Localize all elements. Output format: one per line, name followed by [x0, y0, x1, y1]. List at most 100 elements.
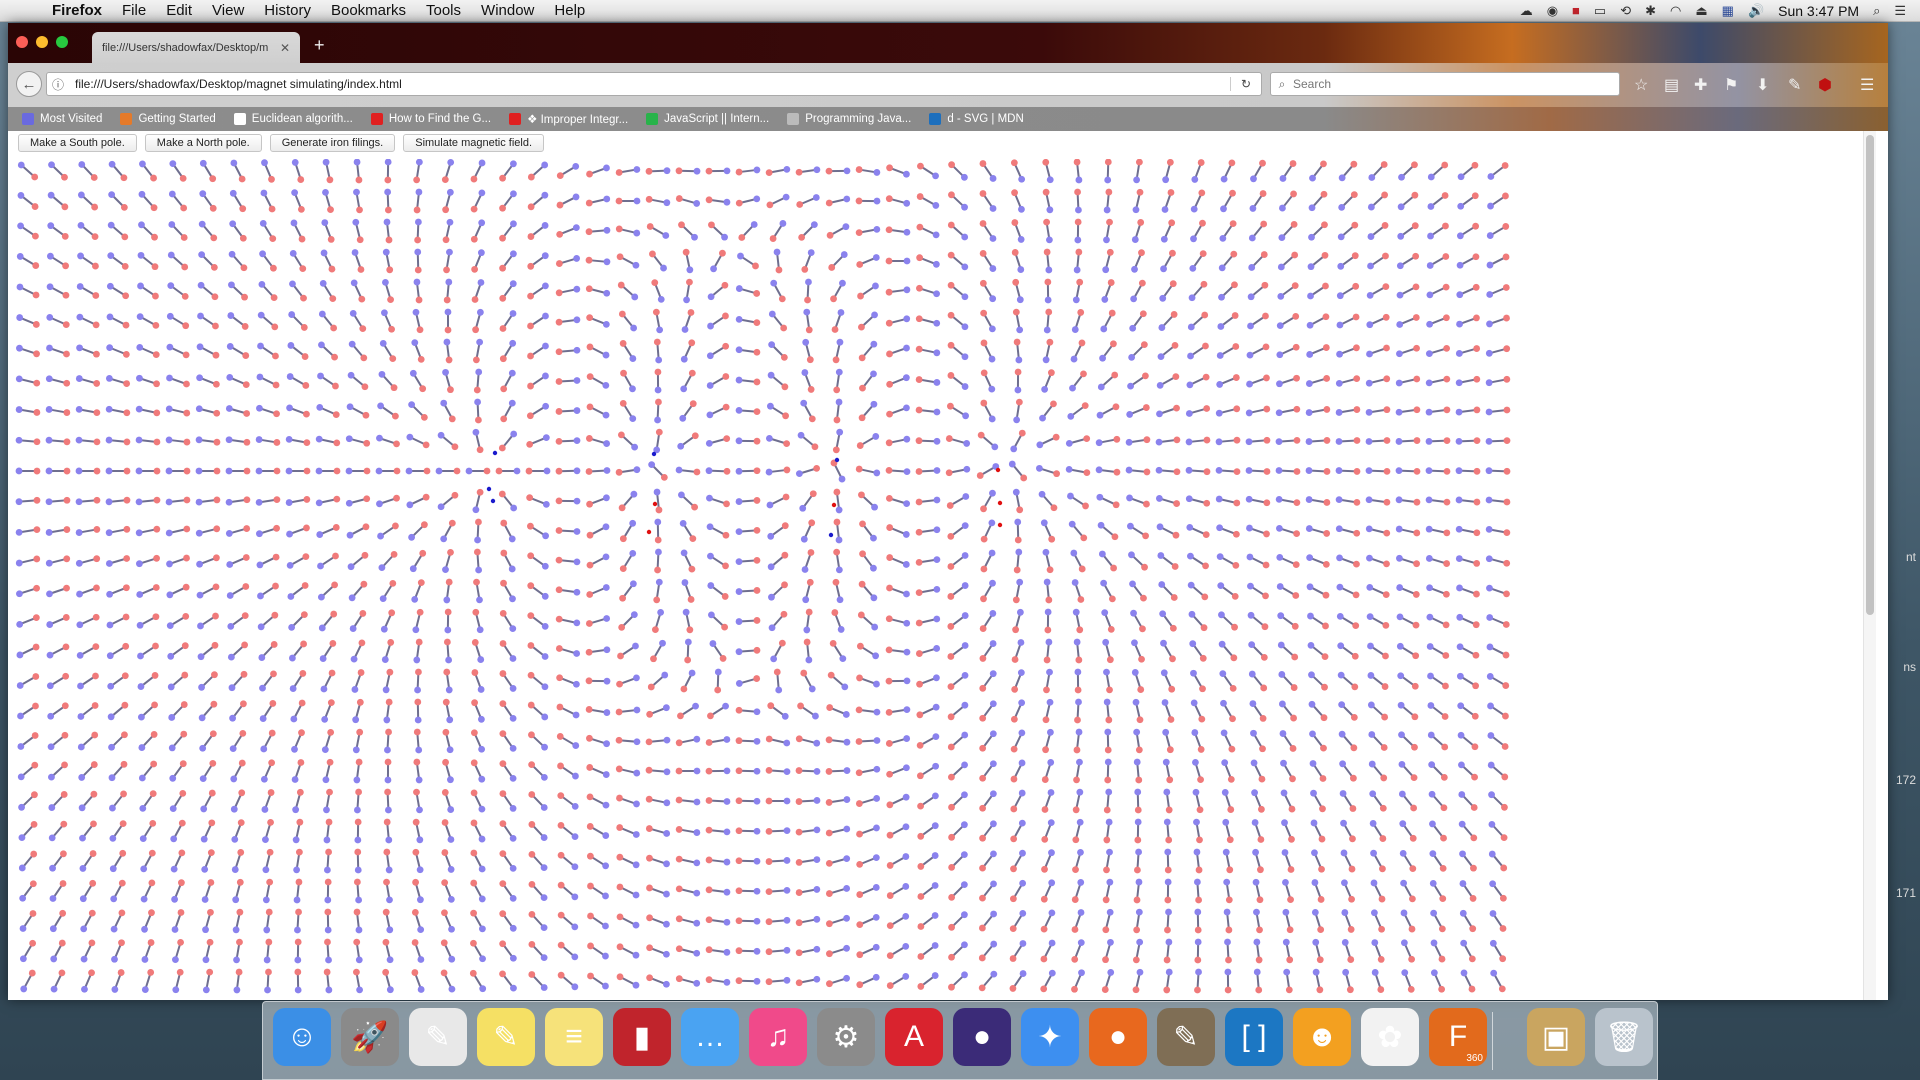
bookmark-star-icon[interactable]: ☆ — [1634, 75, 1648, 95]
needle-south-end — [1485, 408, 1493, 416]
compass-needle — [408, 401, 428, 421]
needle-south-end — [572, 742, 580, 749]
bookmark-item[interactable]: Getting Started — [120, 113, 216, 125]
menu-window[interactable]: Window — [481, 2, 534, 19]
hamburger-menu-icon[interactable]: ☰ — [1860, 75, 1874, 95]
pocket-icon[interactable]: ⚑ — [1724, 75, 1738, 95]
search-input[interactable]: ⌕ Search — [1270, 72, 1620, 96]
bookmark-item[interactable]: ❖ Improper Integr... — [509, 112, 628, 126]
needle-north-end — [915, 619, 923, 627]
close-window-icon[interactable] — [16, 36, 28, 48]
url-bar[interactable]: ⓘ file:///Users/shadowfax/Desktop/magnet… — [46, 72, 1262, 96]
clock[interactable]: Sun 3:47 PM — [1778, 3, 1859, 19]
needle-north-end — [1074, 188, 1081, 196]
needle-south-end — [16, 620, 24, 628]
tab-close-icon[interactable]: ✕ — [280, 41, 290, 55]
wrench-icon[interactable]: ✎ — [1788, 75, 1801, 95]
needle-north-end — [483, 467, 491, 475]
needle-north-end — [979, 864, 986, 872]
needle-south-end — [988, 519, 996, 527]
compass-needle — [528, 850, 548, 872]
new-tab-icon[interactable]: + — [314, 35, 325, 56]
needle-south-end — [196, 374, 204, 382]
wifi-icon[interactable]: ◠ — [1670, 3, 1681, 19]
needle-north-end — [1043, 656, 1051, 664]
needle-north-end — [1201, 311, 1209, 319]
needle-north-end — [1471, 161, 1479, 169]
needle-north-end — [500, 385, 508, 393]
camera-icon[interactable]: ◉ — [1547, 3, 1558, 19]
needle-south-end — [663, 890, 670, 898]
magnetic-field-canvas[interactable] — [8, 159, 1518, 1000]
needle-south-end — [15, 559, 23, 567]
needle-south-end — [440, 535, 448, 543]
needle-north-end — [1292, 312, 1300, 320]
compass-needle — [287, 342, 309, 360]
ublock-icon[interactable]: ⬢ — [1818, 75, 1832, 95]
menu-bookmarks[interactable]: Bookmarks — [331, 2, 406, 19]
bookmark-item[interactable]: Euclidean algorith... — [233, 113, 353, 125]
menu-view[interactable]: View — [212, 2, 244, 19]
make-north-pole-button[interactable]: Make a North pole. — [144, 134, 262, 152]
needle-south-end — [347, 563, 355, 571]
needle-north-end — [33, 526, 41, 534]
back-button[interactable]: ← — [16, 71, 42, 97]
compass-needle — [441, 849, 455, 873]
menu-history[interactable]: History — [264, 2, 311, 19]
download-icon[interactable]: ⬇ — [1756, 75, 1769, 95]
simulate-magnetic-field-button[interactable]: Simulate magnetic field. — [403, 134, 545, 152]
volume-icon[interactable]: 🔊 — [1748, 3, 1764, 19]
time-machine-icon[interactable]: ⟲ — [1620, 3, 1631, 19]
bluetooth-icon[interactable]: ✱ — [1645, 3, 1656, 19]
generate-iron-filings-button[interactable]: Generate iron filings. — [269, 134, 396, 152]
addons-icon[interactable]: ✚ — [1694, 75, 1707, 95]
zoom-window-icon[interactable] — [56, 36, 68, 48]
needle-north-end — [1230, 250, 1238, 258]
site-info-icon[interactable]: ⓘ — [47, 76, 69, 93]
make-south-pole-button[interactable]: Make a South pole. — [18, 134, 137, 152]
needle-south-end — [773, 248, 781, 256]
menu-edit[interactable]: Edit — [166, 2, 192, 19]
needle-south-end — [414, 218, 422, 226]
bookmark-item[interactable]: Most Visited — [22, 113, 102, 125]
needle-south-end — [1047, 728, 1054, 736]
cloud-icon[interactable]: ☁ — [1520, 3, 1533, 19]
needle-north-end — [979, 714, 987, 722]
eject-icon[interactable]: ⏏ — [1695, 3, 1707, 19]
needle-south-end — [723, 798, 731, 805]
needle-south-end — [289, 280, 296, 288]
reload-icon[interactable]: ↻ — [1230, 77, 1261, 91]
app-status-icon[interactable]: ■ — [1572, 3, 1580, 18]
flag-icon[interactable]: ▦ — [1722, 3, 1734, 19]
needle-north-end — [123, 555, 131, 562]
compass-needle — [1041, 849, 1055, 873]
needle-north-end — [586, 343, 594, 351]
compass-needle — [1248, 641, 1268, 661]
notification-center-icon[interactable]: ☰ — [1894, 3, 1906, 19]
tab-active[interactable]: file:///Users/shadowfax/Desktop/m ✕ — [92, 32, 300, 63]
compass-needle — [499, 160, 517, 182]
bookmark-item[interactable]: JavaScript || Intern... — [646, 113, 769, 125]
airplay-icon[interactable]: ▭ — [1594, 3, 1606, 19]
bookmark-item[interactable]: d - SVG | MDN — [929, 113, 1024, 125]
menu-file[interactable]: File — [122, 2, 146, 19]
compass-needle — [1456, 283, 1480, 299]
needle-south-end — [1096, 493, 1104, 501]
bookmark-item[interactable]: How to Find the G... — [370, 113, 491, 125]
spotlight-icon[interactable]: ⌕ — [1873, 3, 1880, 19]
bookmark-item[interactable]: Programming Java... — [787, 113, 911, 125]
reading-list-icon[interactable]: ▤ — [1664, 75, 1679, 95]
menu-tools[interactable]: Tools — [426, 2, 461, 19]
compass-needle — [1368, 161, 1388, 181]
compass-needle — [825, 796, 851, 806]
compass-needle — [262, 848, 274, 874]
needle-north-end — [555, 348, 563, 356]
menu-help[interactable]: Help — [554, 2, 585, 19]
compass-needle — [557, 821, 579, 841]
needle-north-end — [415, 296, 423, 304]
needle-south-end — [663, 736, 671, 744]
menu-app-firefox[interactable]: Firefox — [52, 2, 102, 19]
compass-needle — [315, 495, 341, 507]
compass-needle — [1365, 406, 1391, 416]
minimize-window-icon[interactable] — [36, 36, 48, 48]
